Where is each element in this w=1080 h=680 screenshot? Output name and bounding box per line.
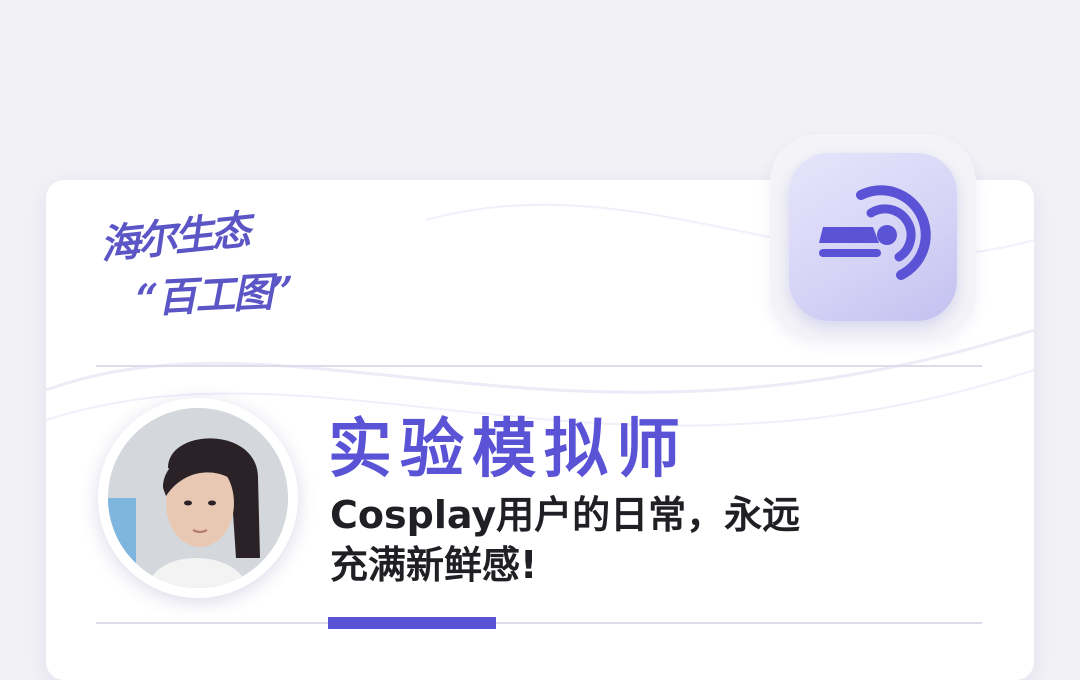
subtitle-line-1: Cosplay用户的日常，永远	[330, 493, 801, 537]
subtitle-line-2: 充满新鲜感!	[330, 543, 538, 587]
icon-tile	[789, 153, 957, 321]
bottom-divider	[96, 622, 982, 624]
mri-scanner-icon	[819, 185, 931, 280]
role-title: 实验模拟师	[328, 413, 688, 487]
subtitle: Cosplay用户的日常，永远 充满新鲜感!	[330, 490, 970, 590]
brand-logo-line-2: “百工图”	[134, 267, 294, 323]
person-photo	[108, 408, 288, 588]
avatar	[108, 408, 288, 588]
brand-logo: 海尔生态 “百工图”	[96, 205, 326, 335]
brand-logo-line-1: 海尔生态	[97, 206, 251, 269]
section-divider	[96, 365, 982, 367]
accent-bar	[328, 617, 496, 629]
